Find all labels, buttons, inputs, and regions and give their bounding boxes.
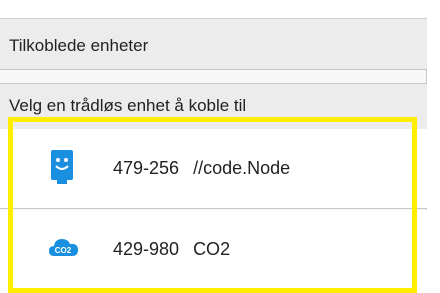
connected-devices-header: Tilkoblede enheter <box>0 18 427 70</box>
device-row-code-node[interactable]: 479-256 //code.Node <box>0 129 427 209</box>
choose-wireless-device-title: Velg en trådløs enhet å koble til <box>9 96 247 115</box>
device-id: 479-256 <box>113 158 180 178</box>
connected-devices-title: Tilkoblede enheter <box>9 36 149 55</box>
device-name: CO2 <box>193 239 231 259</box>
device-row-co2[interactable]: CO2 429-980 CO2 <box>0 210 427 291</box>
device-label: 429-980 CO2 <box>113 239 230 260</box>
device-name: //code.Node <box>193 158 291 178</box>
code-node-icon <box>48 149 78 185</box>
choose-wireless-device-header: Velg en trådløs enhet å koble til <box>0 83 427 129</box>
device-panel: Tilkoblede enheter Velg en trådløs enhet… <box>0 0 427 291</box>
co2-icon-text: CO2 <box>55 246 72 255</box>
top-strip <box>0 0 427 18</box>
device-id: 429-980 <box>113 239 180 259</box>
device-label: 479-256 //code.Node <box>113 158 290 179</box>
co2-cloud-icon: CO2 <box>48 234 78 270</box>
